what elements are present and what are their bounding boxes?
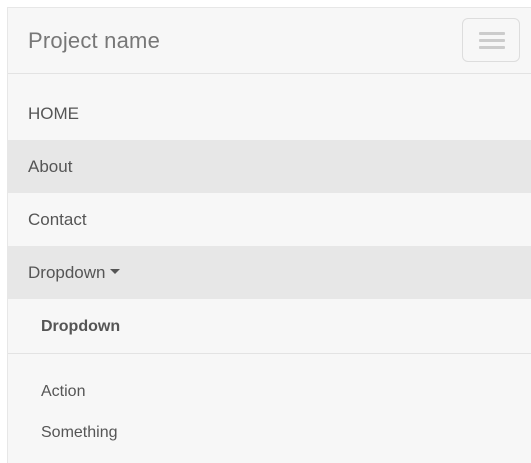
brand-link[interactable]: Project name	[28, 29, 160, 53]
dropdown-header: Dropdown	[8, 300, 531, 354]
nav-item-label: Dropdown	[28, 263, 106, 282]
navbar-header: Project name	[8, 8, 531, 74]
navbar: Project name HOME About Contact Dropdown…	[7, 7, 531, 463]
nav-item-label: HOME	[28, 104, 79, 123]
caret-down-icon	[109, 269, 120, 275]
dropdown-header-label: Dropdown	[41, 318, 121, 335]
dropdown-item-label: Something	[41, 424, 118, 441]
nav-item-label: Contact	[28, 210, 87, 229]
nav-item-contact[interactable]: Contact	[8, 193, 531, 246]
nav-item-home[interactable]: HOME	[8, 87, 531, 140]
nav-item-label: About	[28, 157, 73, 176]
navbar-toggle-button[interactable]	[462, 18, 520, 62]
hamburger-bar	[479, 39, 505, 42]
nav-item-dropdown[interactable]: Dropdown	[8, 246, 531, 299]
dropdown-item-label: Action	[41, 383, 86, 400]
hamburger-bar	[479, 32, 505, 35]
nav-item-about[interactable]: About	[8, 140, 531, 193]
dropdown-item-something[interactable]: Something	[8, 413, 531, 453]
hamburger-bar	[479, 46, 505, 49]
dropdown-item-action[interactable]: Action	[8, 372, 531, 412]
